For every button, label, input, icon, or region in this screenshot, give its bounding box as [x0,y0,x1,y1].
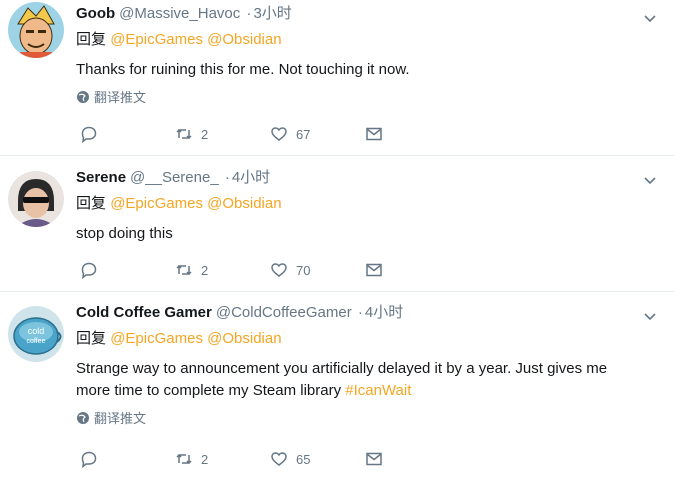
timestamp[interactable]: 3小时 [253,5,291,22]
reply-button[interactable] [80,261,175,279]
tweet-text: Thanks for ruining this for me. Not touc… [76,61,410,78]
timestamp[interactable]: 4小时 [365,304,403,321]
display-name[interactable]: Goob [76,5,115,22]
separator-dot: · [357,304,363,321]
tweet-content: Serene @__Serene_ · 4小时 回复 @EpicGames @Obs… [76,168,658,245]
reply-prefix: 回复 [76,330,107,347]
svg-text:coffee: coffee [27,338,46,345]
chevron-down-icon[interactable] [642,10,658,26]
envelope-icon [366,452,382,466]
envelope-icon [366,127,382,141]
tweet-header: Cold Coffee Gamer @ColdCoffeeGamer · 4小时 [76,303,658,323]
mention-link[interactable]: @Obsidian [207,31,281,48]
mention-link[interactable]: @Obsidian [207,195,281,212]
retweet-button[interactable]: 2 [175,125,270,143]
reply-prefix: 回复 [76,31,107,48]
retweet-button[interactable]: 2 [175,261,270,279]
reply-icon [81,451,97,468]
tweet-actions: 2 67 [80,125,383,143]
chevron-down-icon[interactable] [642,308,658,324]
like-count: 65 [296,451,311,467]
heart-icon [271,127,287,141]
tweet-item[interactable]: cold coffee Cold Coffee Gamer @ColdCoffee… [0,292,674,478]
retweet-icon [176,264,192,276]
retweet-count: 2 [201,451,209,467]
retweet-icon [176,128,192,140]
mention-link[interactable]: @Obsidian [207,330,281,347]
avatar[interactable]: cold coffee [8,306,64,362]
timestamp[interactable]: 4小时 [232,169,270,186]
mention-link[interactable]: @EpicGames [110,195,203,212]
user-handle[interactable]: @__Serene_ [130,169,219,186]
reply-button[interactable] [80,125,175,143]
reply-to-line: 回复 @EpicGames @Obsidian [76,194,658,214]
like-button[interactable]: 65 [270,450,365,468]
retweet-button[interactable]: 2 [175,450,270,468]
tweet-header: Goob @Massive_Havoc · 3小时 [76,4,658,24]
heart-icon [271,263,287,277]
svg-text:cold: cold [28,326,45,336]
tweet-text-line: more time to complete my Steam library #… [76,382,412,399]
heart-icon [271,452,287,466]
tweet-text-line: Strange way to announcement you artifici… [76,360,608,377]
hashtag-link[interactable]: #IcanWait [345,382,411,399]
direct-message-button[interactable] [365,125,383,143]
user-handle[interactable]: @Massive_Havoc [119,5,240,22]
avatar[interactable] [8,2,64,58]
mention-link[interactable]: @EpicGames [110,330,203,347]
direct-message-button[interactable] [365,261,383,279]
envelope-icon [366,263,382,277]
reply-icon [81,262,97,279]
display-name[interactable]: Serene [76,169,126,186]
direct-message-button[interactable] [365,450,383,468]
tweet-item[interactable]: Serene @__Serene_ · 4小时 回复 @EpicGames @Obs… [0,156,674,292]
translate-label: 翻译推文 [94,90,147,105]
reply-to-line: 回复 @EpicGames @Obsidian [76,329,658,349]
like-button[interactable]: 70 [270,261,365,279]
tweet-text: Strange way to announcement you artifici… [76,358,658,402]
chevron-down-icon[interactable] [642,172,658,188]
like-count: 67 [296,126,311,142]
translate-label: 翻译推文 [94,411,147,426]
tweet-actions: 2 65 [80,450,383,468]
retweet-icon [176,453,192,465]
tweet-text: stop doing this [76,225,173,242]
tweet-actions: 2 70 [80,261,383,279]
like-count: 70 [296,262,311,278]
tweet-content: Cold Coffee Gamer @ColdCoffeeGamer · 4小时 回… [76,303,658,427]
globe-icon [77,411,89,424]
tweet-content: Goob @Massive_Havoc · 3小时 回复 @EpicGames @O… [76,4,658,106]
user-handle[interactable]: @ColdCoffeeGamer [216,304,352,321]
reply-button[interactable] [80,450,175,468]
display-name[interactable]: Cold Coffee Gamer [76,304,212,321]
reply-icon [81,126,97,143]
separator-dot: · [224,169,230,186]
avatar[interactable] [8,171,64,227]
tweet-item[interactable]: Goob @Massive_Havoc · 3小时 回复 @EpicGames @O… [0,0,674,156]
translate-link[interactable]: 翻译推文 [76,87,658,106]
like-button[interactable]: 67 [270,125,365,143]
globe-icon [77,90,89,103]
separator-dot: · [246,5,252,22]
translate-link[interactable]: 翻译推文 [76,408,658,427]
mention-link[interactable]: @EpicGames [110,31,203,48]
reply-prefix: 回复 [76,195,107,212]
tweet-header: Serene @__Serene_ · 4小时 [76,168,658,188]
reply-to-line: 回复 @EpicGames @Obsidian [76,30,658,50]
retweet-count: 2 [201,262,209,278]
retweet-count: 2 [201,126,209,142]
